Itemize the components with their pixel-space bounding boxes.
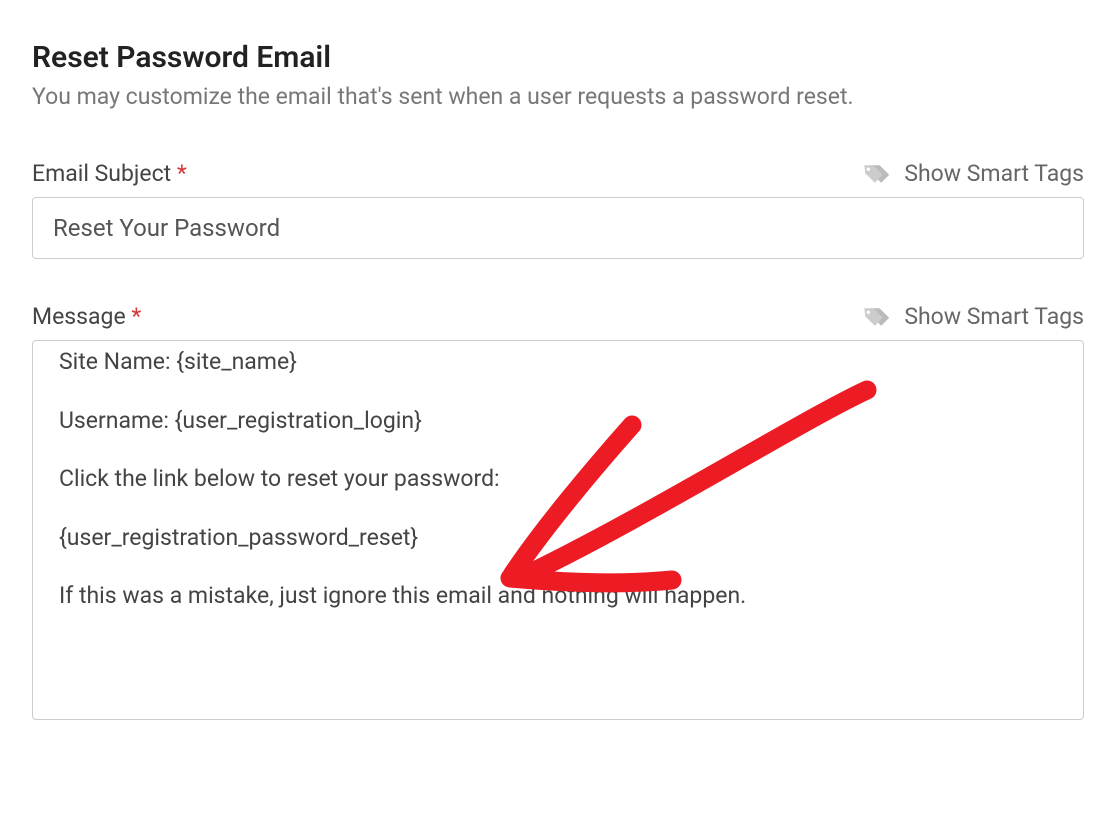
message-field: Message * Show Smart Tags Site Name: {si…: [32, 303, 1084, 720]
message-label-text: Message: [32, 303, 126, 330]
show-smart-tags-label: Show Smart Tags: [904, 160, 1084, 187]
show-smart-tags-message[interactable]: Show Smart Tags: [862, 303, 1084, 330]
message-line: If this was a mistake, just ignore this …: [59, 579, 1057, 614]
required-marker: *: [131, 303, 141, 330]
tags-icon: [862, 162, 894, 186]
message-line: Click the link below to reset your passw…: [59, 462, 1057, 497]
tags-icon: [862, 305, 894, 329]
message-textarea[interactable]: Site Name: {site_name} Username: {user_r…: [32, 340, 1084, 720]
show-smart-tags-label: Show Smart Tags: [904, 303, 1084, 330]
email-subject-label: Email Subject *: [32, 160, 187, 187]
email-subject-field: Email Subject * Show Smart Tags: [32, 160, 1084, 259]
required-marker: *: [177, 160, 187, 187]
section-title: Reset Password Email: [32, 40, 1084, 75]
section-description: You may customize the email that's sent …: [32, 81, 1084, 112]
email-subject-input[interactable]: [32, 197, 1084, 259]
show-smart-tags-subject[interactable]: Show Smart Tags: [862, 160, 1084, 187]
message-label: Message *: [32, 303, 141, 330]
message-line: {user_registration_password_reset}: [59, 521, 1057, 556]
message-line: Site Name: {site_name}: [59, 345, 1057, 380]
email-subject-label-text: Email Subject: [32, 160, 171, 187]
message-line: Username: {user_registration_login}: [59, 404, 1057, 439]
